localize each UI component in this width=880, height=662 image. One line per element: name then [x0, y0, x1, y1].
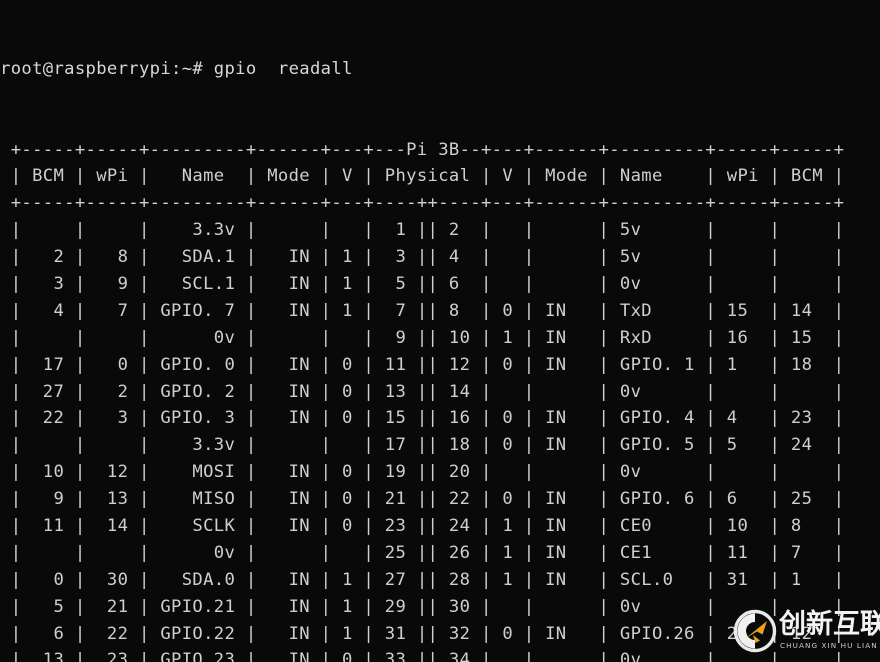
table-row: | | | 0v | | | 25 || 26 | 1 | IN | CE1 |… [0, 542, 845, 563]
table-row: | 27 | 2 | GPIO. 2 | IN | 0 | 13 || 14 |… [0, 381, 845, 402]
terminal-window: root@raspberrypi:~# gpio readall +-----+… [0, 0, 880, 662]
table-row: | 22 | 3 | GPIO. 3 | IN | 0 | 15 || 16 |… [0, 408, 845, 429]
table-row: | 9 | 13 | MISO | IN | 0 | 21 || 22 | 0 … [0, 489, 845, 510]
shell-prompt-line: root@raspberrypi:~# gpio readall [0, 58, 353, 79]
table-row: | 10 | 12 | MOSI | IN | 0 | 19 || 20 | |… [0, 462, 845, 483]
table-row: | BCM | wPi | Name | Mode | V | Physical… [0, 166, 845, 187]
table-row: | 2 | 8 | SDA.1 | IN | 1 | 3 || 4 | | | … [0, 247, 845, 268]
table-row: | 3 | 9 | SCL.1 | IN | 1 | 5 || 6 | | | … [0, 273, 845, 294]
table-row: +-----+-----+---------+------+---+---Pi … [0, 139, 845, 160]
table-row: | 6 | 22 | GPIO.22 | IN | 1 | 31 || 32 |… [0, 623, 845, 644]
table-row: | 17 | 0 | GPIO. 0 | IN | 0 | 11 || 12 |… [0, 354, 845, 375]
gpio-readall-table: +-----+-----+---------+------+---+---Pi … [0, 137, 844, 662]
table-row: | 13 | 23 | GPIO.23 | IN | 0 | 33 || 34 … [0, 650, 845, 662]
table-row: | 4 | 7 | GPIO. 7 | IN | 1 | 7 || 8 | 0 … [0, 300, 845, 321]
table-row: | 5 | 21 | GPIO.21 | IN | 1 | 29 || 30 |… [0, 596, 845, 617]
table-row: | 11 | 14 | SCLK | IN | 0 | 23 || 24 | 1… [0, 515, 845, 536]
table-row: | | | 3.3v | | | 1 || 2 | | | 5v | | | [0, 220, 845, 241]
table-row: | | | 0v | | | 9 || 10 | 1 | IN | RxD | … [0, 327, 845, 348]
table-row: | 0 | 30 | SDA.0 | IN | 1 | 27 || 28 | 1… [0, 569, 845, 590]
table-row: +-----+-----+---------+------+---+----++… [0, 193, 845, 214]
table-row: | | | 3.3v | | | 17 || 18 | 0 | IN | GPI… [0, 435, 845, 456]
terminal-output[interactable]: root@raspberrypi:~# gpio readall +-----+… [0, 0, 844, 662]
